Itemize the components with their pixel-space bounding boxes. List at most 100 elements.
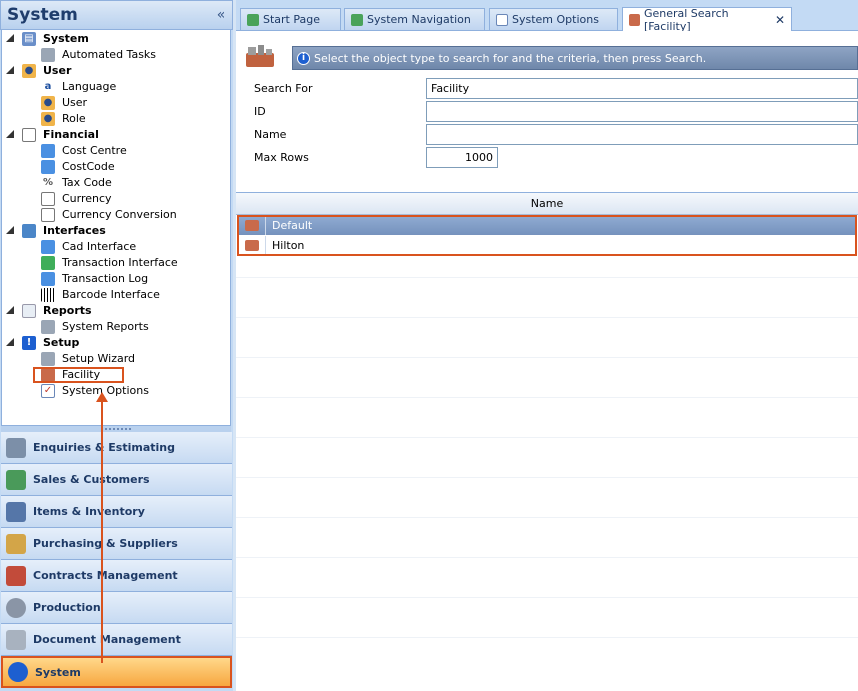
nav-contracts-management[interactable]: Contracts Management [1,560,232,592]
interfaces-icon [22,224,36,238]
role-icon: ● [41,112,55,126]
tree-label: Cost Centre [62,144,127,157]
tree-item-language[interactable]: a Language [2,79,230,95]
tree-label: Currency Conversion [62,208,177,221]
tree-group-user[interactable]: ● User [2,63,230,79]
tree-item-barcode-interface[interactable]: Barcode Interface [2,287,230,303]
facility-highlight-box [33,367,124,383]
search-for-field[interactable] [426,78,858,99]
tree-item-transaction-log[interactable]: Transaction Log [2,271,230,287]
tree-item-transaction-interface[interactable]: Transaction Interface [2,255,230,271]
system-icon: ▤ [22,32,36,46]
expander-icon[interactable] [6,226,14,234]
expander-icon[interactable] [6,66,14,74]
tree-item-cost-centre[interactable]: Cost Centre [2,143,230,159]
production-icon [6,597,26,618]
results-highlight-box [237,215,857,256]
language-icon: a [44,81,52,92]
currency-icon [41,192,55,206]
nav-items-inventory[interactable]: Items & Inventory [1,496,232,528]
annotation-arrow-head [96,392,108,402]
nav-system[interactable]: System [1,656,232,688]
name-field[interactable] [426,124,858,145]
tree-group-financial[interactable]: Financial [2,127,230,143]
purchasing-icon [6,533,26,554]
tab-label: General Search [Facility] [643,6,729,33]
annotation-arrow-line [101,399,103,663]
grid-line [236,397,858,398]
tree-label: Setup [43,336,80,349]
setup-wizard-icon [41,352,55,366]
max-rows-label: Max Rows [254,151,309,164]
tree-item-automated-tasks[interactable]: Automated Tasks [2,47,230,63]
panel-title: System [7,5,78,25]
cost-centre-icon [41,144,55,158]
tree-item-system-options[interactable]: ✓ System Options [2,383,230,399]
expander-icon[interactable] [6,34,14,42]
tree-label: Setup Wizard [62,352,136,365]
grid-line [236,597,858,598]
info-icon: i [297,51,310,65]
tab-system-navigation[interactable]: System Navigation [344,8,485,30]
navigation-panel: System « ▤ System Automated Tasks ● User… [0,0,233,691]
tree-item-system-reports[interactable]: System Reports [2,319,230,335]
tree-label: Currency [62,192,112,205]
close-tab-icon[interactable]: ✕ [775,13,785,27]
grid-line [236,517,858,518]
tree-item-currency-conversion[interactable]: Currency Conversion [2,207,230,223]
tree-item-setup-wizard[interactable]: Setup Wizard [2,351,230,367]
grid-line [236,477,858,478]
nav-label: Items & Inventory [33,505,145,518]
tax-code-icon: % [42,177,54,188]
user-icon: ● [41,96,55,110]
expander-icon[interactable] [6,306,14,314]
system-options-icon: ✓ [41,384,55,398]
nav-label: System [35,665,81,679]
tree-label: Role [62,112,86,125]
tab-label: System Options [512,13,599,26]
tree-label: Transaction Log [62,272,149,285]
tree-item-cad-interface[interactable]: Cad Interface [2,239,230,255]
grid-line [236,637,858,638]
name-label: Name [254,128,287,141]
expander-icon[interactable] [6,130,14,138]
tree-item-role[interactable]: ● Role [2,111,230,127]
tree-item-cost-code[interactable]: CostCode [2,159,230,175]
expander-icon[interactable] [6,338,14,346]
nav-label: Document Management [33,633,181,646]
tree-item-user[interactable]: ● User [2,95,230,111]
facility-icon [244,41,278,69]
setup-icon: ! [22,336,36,350]
column-header-name[interactable]: Name [236,197,858,210]
tree-label: System Reports [62,320,149,333]
tab-start-page[interactable]: Start Page [240,8,341,30]
tree-item-tax-code[interactable]: % Tax Code [2,175,230,191]
id-field[interactable] [426,101,858,122]
tab-strip: Start Page System Navigation System Opti… [236,0,858,33]
nav-production[interactable]: Production [1,592,232,624]
tree-group-reports[interactable]: Reports [2,303,230,319]
info-text: Select the object type to search for and… [314,51,707,65]
tree-group-system[interactable]: ▤ System [2,31,230,47]
tree-label: Language [62,80,117,93]
max-rows-field[interactable] [426,147,498,168]
tree-group-setup[interactable]: ! Setup [2,335,230,351]
tree-label: CostCode [62,160,115,173]
nav-enquiries-estimating[interactable]: Enquiries & Estimating [1,432,232,464]
tree-label: User [62,96,88,109]
tab-general-search-facility[interactable]: General Search [Facility] ✕ [622,6,792,33]
nav-document-management[interactable]: Document Management [1,624,232,656]
tab-label: Start Page [263,13,320,26]
nav-label: Contracts Management [33,569,178,582]
enquiries-icon [6,437,26,458]
tree-item-currency[interactable]: Currency [2,191,230,207]
nav-purchasing-suppliers[interactable]: Purchasing & Suppliers [1,528,232,560]
arrow-icon [247,13,259,26]
nav-label: Production [33,601,101,614]
nav-label: Enquiries & Estimating [33,441,175,454]
collapse-icon[interactable]: « [210,7,232,23]
tab-system-options[interactable]: System Options [489,8,618,30]
nav-sales-customers[interactable]: Sales & Customers [1,464,232,496]
tree-group-interfaces[interactable]: Interfaces [2,223,230,239]
nav-label: Purchasing & Suppliers [33,537,178,550]
